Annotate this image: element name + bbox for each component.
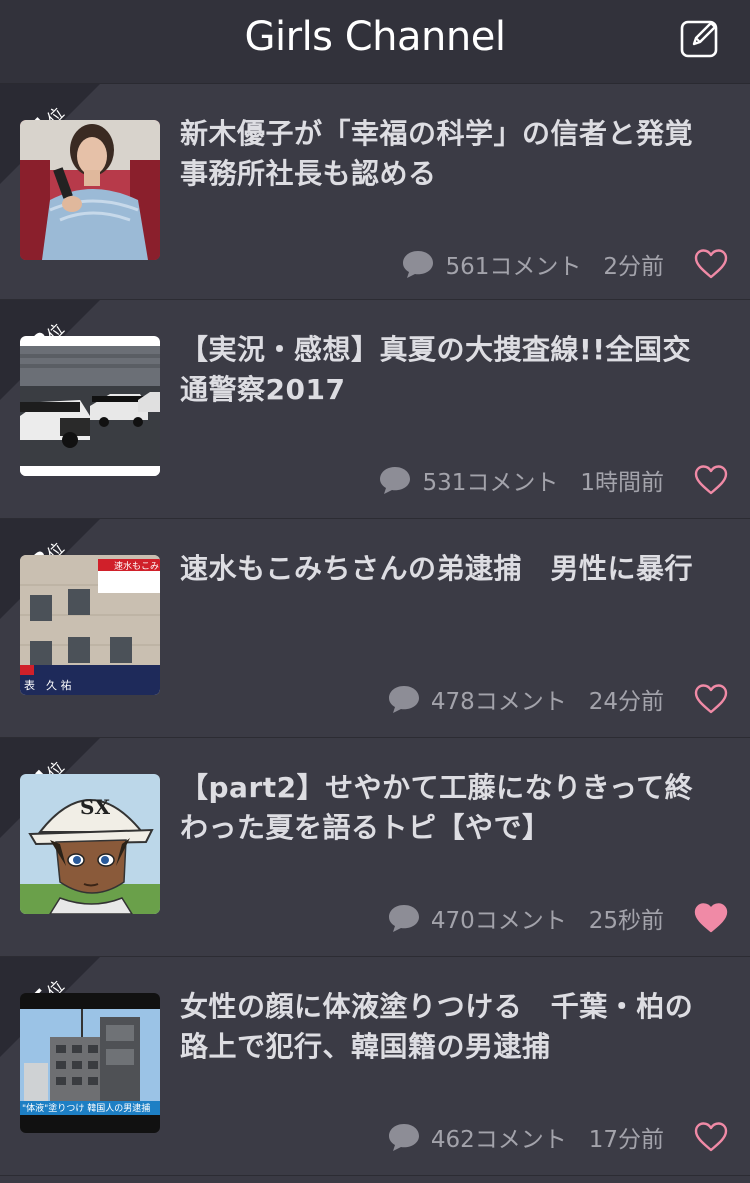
heart-outline-icon[interactable] [694,464,728,496]
thumb-caption-top: 速水もこみち [114,560,160,572]
list-item[interactable]: 13位 速水もこみち [0,519,750,738]
thumb-caption-bottom: "体液"塗りつけ 韓国人の男逮捕 [22,1102,150,1114]
compose-icon [680,20,718,58]
list-item[interactable]: 12位 【実況・感想】真夏の大捜査線!!全国交 [0,300,750,519]
topic-title[interactable]: 女性の顔に体液塗りつける 千葉・柏の 路上で犯行、韓国籍の男逮捕 [180,987,728,1067]
posted-time: 1時間前 [580,470,664,496]
list-item[interactable]: 11位 新木優子が「幸福の科学」の信者と発覚 事務所社長も認める [0,84,750,300]
list-item[interactable]: 15位 [0,957,750,1176]
topic-meta: 462コメント 17分前 [387,1119,664,1155]
topic-meta: 478コメント 24分前 [387,681,664,717]
comment-count: 470コメント [430,908,567,934]
posted-time: 2分前 [603,254,664,280]
compose-button[interactable] [680,18,720,58]
thumbnail-image[interactable]: SX [20,774,160,914]
heart-filled-icon[interactable] [694,902,728,934]
heart-outline-icon[interactable] [694,248,728,280]
thumbnail-image[interactable]: 速水もこみち 表 久 祐 [20,555,160,695]
comment-bubble-icon [388,905,419,932]
comment-count: 478コメント [430,689,567,715]
thumbnail-image[interactable]: "体液"塗りつけ 韓国人の男逮捕 [20,993,160,1133]
topic-meta: 561コメント 2分前 [401,246,664,282]
topic-title[interactable]: 【part2】せやかて工藤になりきって終 わった夏を語るトピ【やで】 [180,768,728,848]
svg-text:SX: SX [80,795,110,819]
topic-title[interactable]: 速水もこみちさんの弟逮捕 男性に暴行 [180,549,728,589]
posted-time: 25秒前 [588,908,664,934]
comment-bubble-icon [388,686,419,713]
thumbnail-image[interactable] [20,120,160,260]
comment-count: 561コメント [445,254,582,280]
comment-count: 531コメント [422,470,559,496]
app-header: Girls Channel [0,0,750,84]
ranking-list: 11位 新木優子が「幸福の科学」の信者と発覚 事務所社長も認める [0,84,750,1176]
topic-title[interactable]: 新木優子が「幸福の科学」の信者と発覚 事務所社長も認める [180,114,728,194]
posted-time: 24分前 [588,689,664,715]
app-title: Girls Channel [244,14,506,60]
topic-meta: 531コメント 1時間前 [378,462,664,498]
thumb-caption-bottom: 表 久 祐 [24,678,72,692]
topic-meta: 470コメント 25秒前 [387,900,664,936]
comment-bubble-icon [388,1124,419,1151]
heart-outline-icon[interactable] [694,683,728,715]
list-item[interactable]: 14位 SX 【part2】せやかて工藤になりきって終 わった夏を語 [0,738,750,957]
topic-title[interactable]: 【実況・感想】真夏の大捜査線!!全国交 通警察2017 [180,330,728,410]
comment-bubble-icon [403,251,434,278]
heart-outline-icon[interactable] [694,1121,728,1153]
posted-time: 17分前 [588,1127,664,1153]
comment-count: 462コメント [430,1127,567,1153]
thumbnail-image[interactable] [20,336,160,476]
comment-bubble-icon [380,467,411,494]
